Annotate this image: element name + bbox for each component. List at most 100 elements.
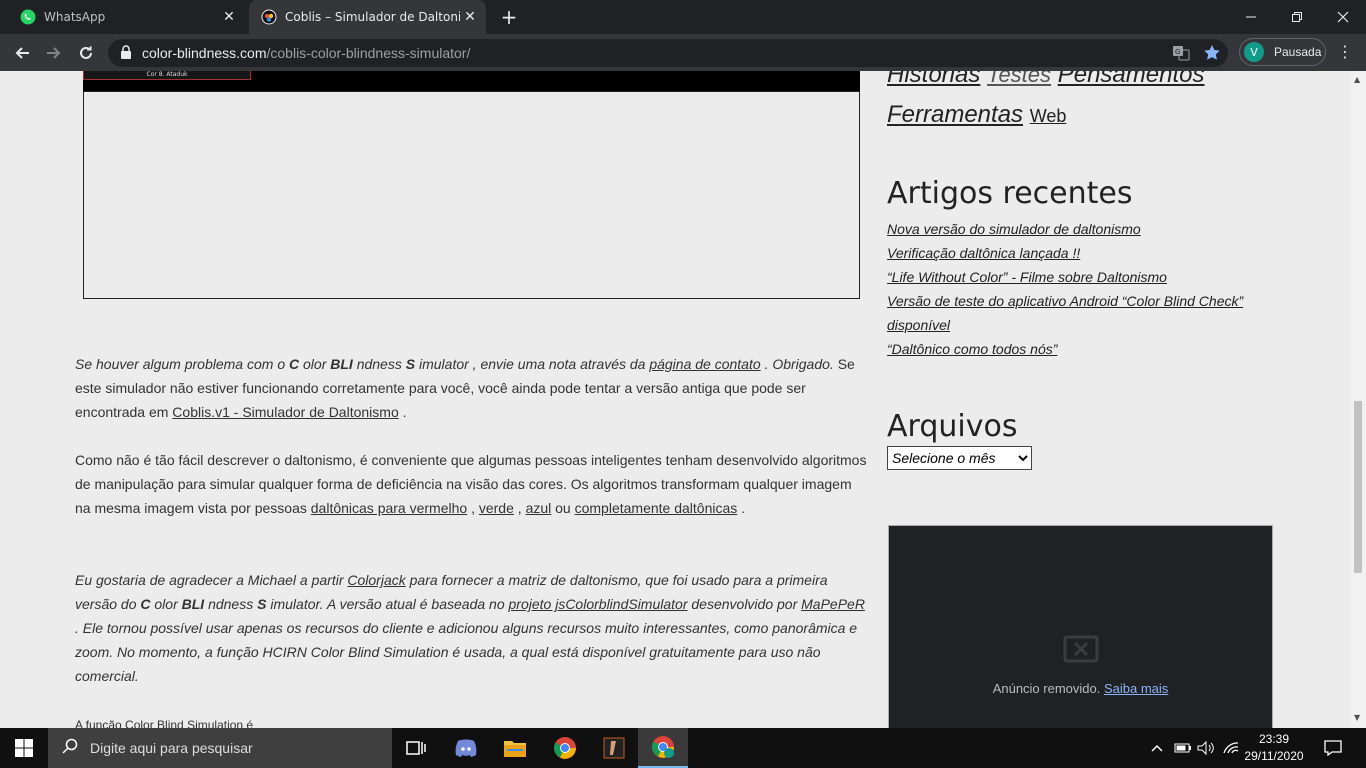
category-link[interactable]: Web (1030, 106, 1067, 126)
svg-text:G: G (1175, 48, 1180, 56)
category-link[interactable]: Histórias (887, 71, 980, 88)
new-tab-button[interactable]: + (497, 5, 521, 29)
scroll-up-arrow-icon[interactable]: ▲ (1354, 75, 1360, 84)
contact-page-link[interactable]: página de contato (649, 356, 760, 372)
paragraph-problem: Se houver algum problema com o C olor BL… (75, 352, 870, 424)
app-icon[interactable] (600, 734, 628, 762)
text: BLI (181, 596, 205, 612)
chrome-icon[interactable] (551, 734, 579, 762)
tab-coblis[interactable]: Coblis – Simulador de Daltonismo ✕ (249, 0, 486, 34)
page-scrollbar[interactable]: ▲ ▼ (1350, 71, 1366, 728)
recent-posts-heading: Artigos recentes (887, 176, 1133, 211)
windows-logo-icon (15, 739, 33, 757)
text: , (467, 500, 479, 516)
taskbar-search[interactable]: Digite aqui para pesquisar (48, 728, 392, 768)
browser-titlebar: WhatsApp ✕ Coblis – Simulador de Daltoni… (0, 0, 1366, 34)
jscolorblind-project-link[interactable]: projeto jsColorblindSimulator (509, 596, 688, 612)
task-view-icon[interactable] (402, 734, 430, 762)
text: C (140, 596, 151, 612)
text: Se houver algum problema com o (75, 356, 289, 372)
file-explorer-icon[interactable] (501, 734, 529, 762)
ad-message: Anúncio removido. (992, 681, 1101, 696)
archive-month-select[interactable]: Selecione o mês (887, 446, 1032, 470)
text: Eu gostaria de agradecer a Michael a par… (75, 572, 348, 588)
mapeper-link[interactable]: MaPePeR (801, 596, 865, 612)
green-blind-link[interactable]: verde (479, 500, 514, 516)
simulator-label: Cor 8. Ataduk (83, 71, 251, 80)
restore-button[interactable] (1274, 0, 1320, 34)
bookmark-star-icon[interactable] (1203, 44, 1221, 62)
ad-removed-icon (1063, 631, 1099, 667)
tab-whatsapp[interactable]: WhatsApp ✕ (8, 0, 245, 34)
coblis-v1-link[interactable]: Coblis.v1 - Simulador de Daltonismo (172, 404, 398, 420)
total-blind-link[interactable]: completamente daltônicas (575, 500, 738, 516)
category-link[interactable]: Testes (987, 71, 1051, 87)
text: S (405, 356, 416, 372)
text: imulator , envie uma nota através da (415, 356, 650, 372)
ad-container: Anúncio removido. Saiba mais (888, 525, 1273, 728)
category-link[interactable]: Ferramentas (887, 101, 1023, 128)
category-link[interactable]: Pensamentos (1058, 71, 1205, 88)
volume-icon[interactable] (1197, 728, 1215, 768)
paragraph-partial: A função Color Blind Simulation é (75, 718, 254, 728)
close-icon[interactable]: ✕ (460, 7, 480, 27)
clock-date: 29/11/2020 (1244, 749, 1304, 763)
chrome-profile-active-app[interactable] (638, 728, 688, 768)
battery-icon[interactable] (1174, 728, 1192, 768)
text: . (398, 404, 407, 420)
text: , (513, 500, 526, 516)
browser-toolbar: color-blindness.com/coblis-color-blindne… (0, 34, 1366, 71)
text: ndness (204, 596, 258, 612)
recent-post-link[interactable]: “Life Without Color” - Filme sobre Dalto… (887, 265, 1257, 289)
scroll-down-arrow-icon[interactable]: ▼ (1354, 713, 1360, 722)
archives-heading: Arquivos (887, 409, 1018, 444)
paragraph-description: Como não é tão fácil descrever o daltoni… (75, 448, 870, 520)
categories-cloud: Histórias Testes Pensamentos Ferramentas… (887, 71, 1287, 136)
scrollbar-thumb[interactable] (1354, 401, 1362, 573)
url-path: /coblis-color-blindness-simulator/ (266, 45, 471, 61)
close-icon[interactable]: ✕ (219, 7, 239, 27)
recent-post-link[interactable]: “Daltônico como todos nós” (887, 337, 1257, 361)
minimize-button[interactable] (1228, 0, 1274, 34)
recent-post-link[interactable]: Nova versão do simulador de daltonismo (887, 217, 1257, 241)
simulator-frame[interactable] (83, 91, 860, 299)
archives-widget: Arquivos Selecione o mês (887, 409, 1287, 470)
more-menu-icon[interactable]: ⋮ (1337, 42, 1353, 61)
avatar: V (1244, 42, 1264, 62)
recent-post-link[interactable]: Versão de teste do aplicativo Android “C… (887, 289, 1257, 337)
learn-more-link[interactable]: Saiba mais (1104, 681, 1168, 696)
ad-removed-text: Anúncio removido. Saiba mais (889, 681, 1272, 696)
back-button[interactable] (8, 39, 36, 67)
coblis-favicon-icon (261, 9, 277, 25)
search-placeholder: Digite aqui para pesquisar (90, 740, 253, 756)
start-button[interactable] (0, 728, 48, 768)
forward-button[interactable] (40, 39, 68, 67)
red-blind-link[interactable]: daltônicas para vermelho (311, 500, 467, 516)
paragraph-thanks: Eu gostaria de agradecer a Michael a par… (75, 568, 870, 688)
url-text: color-blindness.com/coblis-color-blindne… (142, 45, 470, 61)
text: . Obrigado. (760, 356, 834, 372)
profile-button[interactable]: V Pausada (1239, 38, 1326, 66)
tab-title: WhatsApp (44, 10, 106, 24)
tray-chevron-icon[interactable] (1150, 728, 1164, 768)
chrome-profile-icon (651, 735, 675, 763)
search-icon (62, 738, 78, 758)
profile-status: Pausada (1274, 45, 1322, 59)
colorjack-link[interactable]: Colorjack (347, 572, 405, 588)
whatsapp-icon (20, 9, 36, 25)
text: olor (299, 356, 331, 372)
translate-icon[interactable]: G (1172, 44, 1190, 62)
discord-icon[interactable] (452, 734, 480, 762)
tab-title: Coblis – Simulador de Daltonismo (285, 10, 460, 24)
reload-button[interactable] (72, 39, 100, 67)
text: . Ele tornou possível usar apenas os rec… (75, 620, 858, 684)
windows-taskbar: Digite aqui para pesquisar 23:39 29/11/2… (0, 728, 1366, 768)
window-close-button[interactable] (1320, 0, 1366, 34)
blue-blind-link[interactable]: azul (526, 500, 552, 516)
text: olor (150, 596, 182, 612)
recent-post-link[interactable]: Verificação daltônica lançada !! (887, 241, 1257, 265)
system-clock[interactable]: 23:39 29/11/2020 (1236, 731, 1312, 765)
text: ndness (352, 356, 406, 372)
notifications-icon[interactable] (1324, 728, 1342, 768)
address-bar[interactable]: color-blindness.com/coblis-color-blindne… (108, 39, 1228, 67)
